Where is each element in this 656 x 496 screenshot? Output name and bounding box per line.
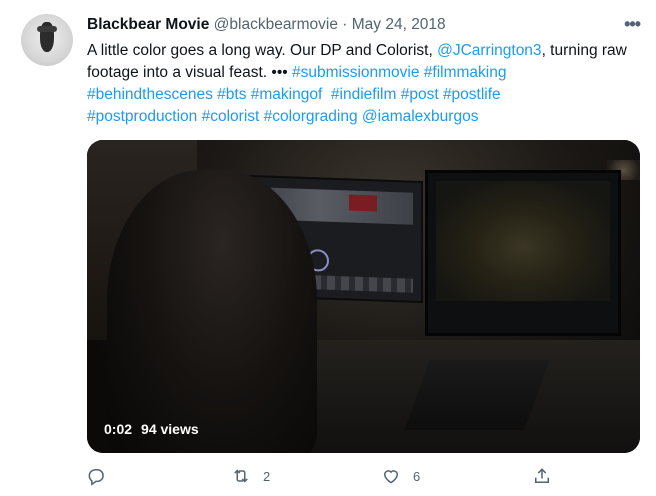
share-icon bbox=[535, 468, 549, 483]
more-options-icon[interactable]: ••• bbox=[624, 14, 641, 35]
tweet-text-part1: A little color goes a long way. Our DP a… bbox=[87, 42, 438, 59]
hashtag-link[interactable]: #submissionmovie bbox=[292, 64, 420, 81]
share-button[interactable] bbox=[532, 466, 552, 486]
avatar[interactable] bbox=[21, 14, 73, 66]
hashtag-link[interactable]: #bts bbox=[217, 86, 246, 103]
tweet: Blackbear Movie @blackbearmovie · May 24… bbox=[0, 0, 656, 496]
video-player[interactable]: 0:02 94 views bbox=[87, 140, 640, 453]
separator-dot: · bbox=[342, 16, 348, 33]
video-frame bbox=[87, 140, 640, 453]
reply-button[interactable] bbox=[86, 466, 106, 486]
tweet-header: Blackbear Movie @blackbearmovie · May 24… bbox=[87, 15, 446, 35]
hashtag-link[interactable]: #colorist bbox=[202, 108, 260, 125]
hashtag-link[interactable]: #colorgrading bbox=[264, 108, 358, 125]
hashtag-link[interactable]: #indiefilm bbox=[331, 86, 396, 103]
user-handle[interactable]: @blackbearmovie bbox=[214, 16, 338, 33]
monitor-right bbox=[425, 170, 621, 336]
hashtag-link[interactable]: #postlife bbox=[443, 86, 501, 103]
retweet-button[interactable]: 2 bbox=[231, 466, 270, 486]
display-name[interactable]: Blackbear Movie bbox=[87, 16, 209, 33]
mention-link[interactable]: @JCarrington3 bbox=[437, 42, 541, 59]
action-bar: 2 6 bbox=[86, 466, 566, 490]
video-views: 94 views bbox=[141, 421, 199, 437]
hashtag-link[interactable]: #filmmaking bbox=[424, 64, 507, 81]
person-silhouette bbox=[107, 170, 317, 453]
like-button[interactable]: 6 bbox=[381, 466, 420, 486]
video-info: 0:02 94 views bbox=[104, 421, 199, 437]
like-count: 6 bbox=[413, 468, 421, 484]
hashtag-link[interactable]: #behindthescenes bbox=[87, 86, 213, 103]
retweet-count: 2 bbox=[263, 468, 271, 484]
tweet-date[interactable]: May 24, 2018 bbox=[352, 16, 446, 33]
hashtag-link[interactable]: #post bbox=[401, 86, 439, 103]
hashtag-link[interactable]: #makingof bbox=[251, 86, 323, 103]
mention-link[interactable]: @iamalexburgos bbox=[362, 108, 479, 125]
reply-icon bbox=[88, 469, 104, 486]
tweet-text: A little color goes a long way. Our DP a… bbox=[87, 40, 627, 128]
heart-icon bbox=[383, 470, 399, 484]
hashtag-link[interactable]: #postproduction bbox=[87, 108, 197, 125]
video-time: 0:02 bbox=[104, 421, 133, 437]
bear-logo-icon bbox=[37, 22, 57, 52]
retweet-icon bbox=[234, 469, 248, 483]
